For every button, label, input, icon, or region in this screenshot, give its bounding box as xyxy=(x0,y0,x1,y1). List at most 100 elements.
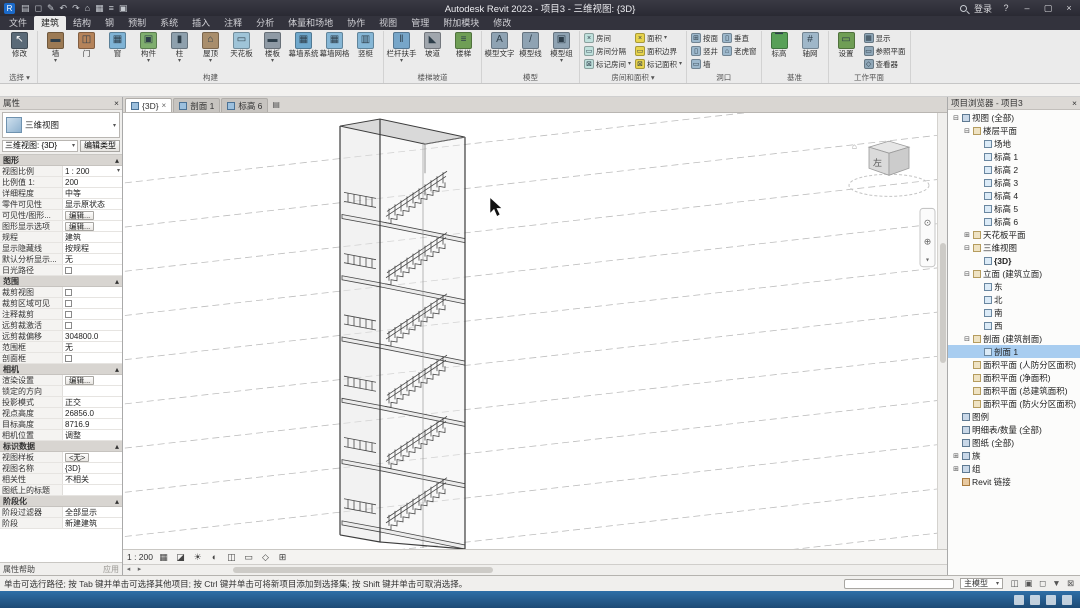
checkbox[interactable] xyxy=(65,299,72,307)
browser-item-北[interactable]: 北 xyxy=(948,293,1080,306)
qat-icon-4[interactable]: ↷ xyxy=(72,3,80,13)
view-tab-list-icon[interactable]: ▤ xyxy=(272,100,280,109)
ribbon-button-竖梃[interactable]: ▥ 竖梃 xyxy=(350,31,381,58)
project-browser-close-icon[interactable]: × xyxy=(1072,98,1077,108)
ribbon-button-面积边界[interactable]: ▭ 面积边界 xyxy=(633,45,684,57)
viewcube-home-icon[interactable]: ⌂ xyxy=(852,142,857,151)
browser-item-标高 1[interactable]: 标高 1 xyxy=(948,150,1080,163)
ribbon-tab-钢[interactable]: 钢 xyxy=(98,16,121,30)
design-option-select[interactable]: 主模型 ▾ xyxy=(959,578,1003,589)
ribbon-button-房间分隔[interactable]: ▭ 房间分隔 xyxy=(582,45,633,57)
ribbon-button-坡道[interactable]: ◣ 坡道 xyxy=(417,31,448,58)
scroll-left-icon[interactable]: ◂ xyxy=(123,565,134,575)
ribbon-tab-协作[interactable]: 协作 xyxy=(340,16,372,30)
properties-help-link[interactable]: 属性帮助 xyxy=(3,564,35,575)
view-control-icon-2[interactable]: ☀ xyxy=(191,552,204,563)
section-collapse-icon[interactable]: ▴ xyxy=(115,496,119,506)
login-button[interactable]: 登录 xyxy=(974,2,992,15)
ribbon-tab-修改[interactable]: 修改 xyxy=(486,16,518,30)
tree-expander-icon[interactable]: ⊟ xyxy=(952,114,960,122)
ribbon-button-参照平面[interactable]: ▭ 参照平面 xyxy=(862,45,908,57)
property-value[interactable]: 无 xyxy=(63,254,122,264)
property-value[interactable]: 不相关 xyxy=(63,474,122,484)
search-icon[interactable] xyxy=(959,4,967,12)
property-value[interactable]: 按规程 xyxy=(63,243,122,253)
ribbon-button-设置[interactable]: ▭ 设置 xyxy=(831,31,862,58)
browser-item-标高 5[interactable]: 标高 5 xyxy=(948,202,1080,215)
design-options-icon[interactable]: ▣ xyxy=(1023,578,1034,589)
ribbon-button-栏杆扶手[interactable]: ‖ 栏杆扶手 ▾ xyxy=(386,31,417,64)
tree-expander-icon[interactable]: ⊞ xyxy=(952,452,960,460)
ribbon-tab-文件[interactable]: 文件 xyxy=(2,16,34,30)
ribbon-button-天花板[interactable]: ▭ 天花板 xyxy=(226,31,257,58)
status-search-input[interactable] xyxy=(843,578,954,589)
property-value[interactable]: 中等 xyxy=(63,188,122,198)
ribbon-tab-视图[interactable]: 视图 xyxy=(372,16,404,30)
property-value[interactable] xyxy=(63,485,122,495)
property-value[interactable]: 26856.0 xyxy=(63,408,122,418)
ribbon-button-幕墙系统[interactable]: ▦ 幕墙系统 xyxy=(288,31,319,58)
property-value[interactable]: 200 xyxy=(63,177,122,187)
property-value[interactable]: <无> xyxy=(63,452,122,462)
browser-item-东[interactable]: 东 xyxy=(948,280,1080,293)
browser-item-面积平面 (净面积)[interactable]: 面积平面 (净面积) xyxy=(948,371,1080,384)
property-value[interactable]: 8716.9 xyxy=(63,419,122,429)
edit-button[interactable]: 编辑... xyxy=(65,375,95,385)
ribbon-tab-建筑[interactable]: 建筑 xyxy=(34,16,67,30)
property-value[interactable]: 建筑 xyxy=(63,232,122,242)
ribbon-button-门[interactable]: ◫ 门 xyxy=(71,31,102,58)
property-value[interactable] xyxy=(63,309,122,319)
navigation-bar[interactable]: ⊙ ⊕ ▾ xyxy=(919,207,936,268)
close-button[interactable]: × xyxy=(1062,3,1076,13)
tree-expander-icon[interactable]: ⊟ xyxy=(963,270,971,278)
section-collapse-icon[interactable]: ▴ xyxy=(115,364,119,374)
browser-item-Revit 链接[interactable]: Revit 链接 xyxy=(948,475,1080,488)
view-control-icon-0[interactable]: ▦ xyxy=(157,552,170,563)
ribbon-tab-预制[interactable]: 预制 xyxy=(121,16,153,30)
browser-item-西[interactable]: 西 xyxy=(948,319,1080,332)
view-scale-button[interactable]: 1 : 200 xyxy=(127,552,153,562)
ribbon-tab-注释[interactable]: 注释 xyxy=(217,16,249,30)
taskbar-icon-1[interactable] xyxy=(1030,594,1040,605)
property-value[interactable]: 编辑... xyxy=(63,210,122,220)
property-section-相机[interactable]: 相机 ▴ xyxy=(0,364,122,375)
ribbon-button-按面[interactable]: ⊞ 按面 xyxy=(689,32,720,44)
ribbon-button-模型线[interactable]: / 模型线 xyxy=(515,31,546,58)
tree-expander-icon[interactable]: ⊞ xyxy=(963,231,971,239)
browser-item-标高 2[interactable]: 标高 2 xyxy=(948,163,1080,176)
close-icon[interactable]: × xyxy=(162,101,167,110)
ribbon-button-标记房间[interactable]: ⊠ 标记房间 ▾ xyxy=(582,58,633,70)
property-section-图形[interactable]: 图形 ▴ xyxy=(0,155,122,166)
view-tab-标高 6[interactable]: 标高 6 xyxy=(221,98,269,112)
property-section-阶段化[interactable]: 阶段化 ▴ xyxy=(0,496,122,507)
tree-expander-icon[interactable]: ⊟ xyxy=(963,244,971,252)
tree-expander-icon[interactable]: ⊞ xyxy=(952,465,960,473)
property-value[interactable] xyxy=(63,353,122,363)
horizontal-scroll-thumb[interactable] xyxy=(233,567,493,573)
checkbox[interactable] xyxy=(65,354,72,362)
section-collapse-icon[interactable]: ▴ xyxy=(115,155,119,165)
ribbon-tab-分析[interactable]: 分析 xyxy=(249,16,281,30)
nav-more-icon[interactable]: ▾ xyxy=(926,258,929,264)
property-value[interactable]: 新建建筑 xyxy=(63,518,122,528)
ribbon-tab-插入[interactable]: 插入 xyxy=(185,16,217,30)
property-value[interactable] xyxy=(63,386,122,396)
qat-icon-1[interactable]: ◻ xyxy=(35,3,42,13)
qat-icon-2[interactable]: ✎ xyxy=(47,3,55,13)
browser-item-标高 6[interactable]: 标高 6 xyxy=(948,215,1080,228)
tree-expander-icon[interactable]: ⊟ xyxy=(963,335,971,343)
ribbon-button-幕墙网格[interactable]: ▦ 幕墙网格 xyxy=(319,31,350,58)
qat-icon-3[interactable]: ↶ xyxy=(60,3,68,13)
ribbon-button-屋顶[interactable]: ⌂ 屋顶 ▾ xyxy=(195,31,226,64)
ribbon-button-楼板[interactable]: ▬ 楼板 ▾ xyxy=(257,31,288,64)
ribbon-button-标高[interactable]: ▔ 标高 xyxy=(764,31,795,58)
ribbon-button-老虎窗[interactable]: ⌂ 老虎窗 xyxy=(720,45,759,57)
ribbon-button-墙[interactable]: ▬ 墙 ▾ xyxy=(40,31,71,64)
ribbon-tab-系统[interactable]: 系统 xyxy=(153,16,185,30)
view-tab-{3D}[interactable]: {3D} × xyxy=(125,98,173,112)
ribbon-tab-结构[interactable]: 结构 xyxy=(66,16,98,30)
ribbon-button-轴网[interactable]: # 轴网 xyxy=(795,31,826,58)
ribbon-button-构件[interactable]: ▣ 构件 ▾ xyxy=(133,31,164,64)
view-control-icon-4[interactable]: ◫ xyxy=(225,552,238,563)
property-value[interactable]: 全部显示 xyxy=(63,507,122,517)
